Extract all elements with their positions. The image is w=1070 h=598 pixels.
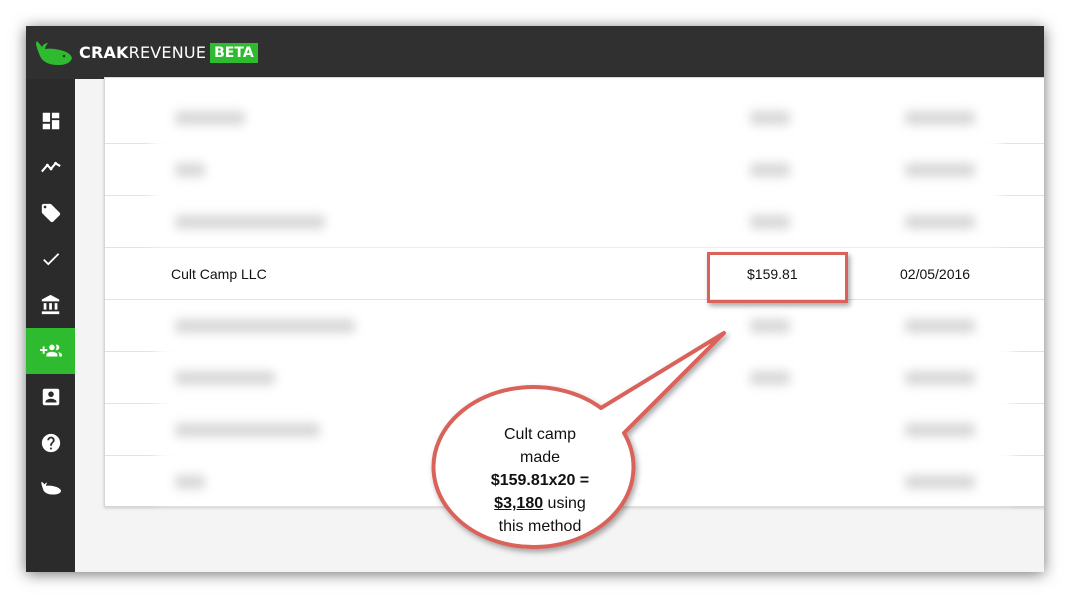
date-cell: 02/05/2016 bbox=[900, 266, 971, 282]
sidebar-item-approvals[interactable] bbox=[26, 236, 75, 282]
callout-line: Cult camp bbox=[503, 426, 577, 443]
redacted-text bbox=[750, 371, 790, 385]
table-row-highlighted[interactable]: Cult Camp LLC $159.81 02/05/2016 bbox=[105, 248, 1044, 300]
brand-name-rest: REVENUE bbox=[128, 43, 207, 62]
redacted-text bbox=[750, 215, 790, 229]
tag-icon bbox=[41, 203, 60, 223]
redacted-text bbox=[905, 163, 975, 177]
redacted-text bbox=[905, 111, 975, 125]
top-bar: CRAKREVENUE BETA bbox=[26, 26, 1044, 79]
sidebar bbox=[26, 79, 75, 572]
affiliate-name-cell: Cult Camp LLC bbox=[171, 266, 267, 282]
sidebar-item-offers[interactable] bbox=[26, 190, 75, 236]
callout-text: Cult camp made $159.81x20 = $3,180 using… bbox=[452, 423, 628, 538]
redacted-text bbox=[750, 111, 790, 125]
redacted-text bbox=[175, 163, 205, 177]
sidebar-item-referrals[interactable] bbox=[26, 328, 75, 374]
brand-name: CRAKREVENUE bbox=[79, 43, 206, 62]
sidebar-item-payments[interactable] bbox=[26, 282, 75, 328]
bank-icon bbox=[41, 294, 59, 315]
redacted-text bbox=[750, 163, 790, 177]
sidebar-item-dashboard[interactable] bbox=[26, 98, 75, 144]
sidebar-item-help[interactable] bbox=[26, 420, 75, 466]
sidebar-item-about[interactable] bbox=[26, 466, 75, 512]
callout-line: this method bbox=[498, 518, 582, 535]
redacted-text bbox=[905, 371, 975, 385]
redacted-text bbox=[905, 423, 975, 437]
beta-badge: BETA bbox=[210, 42, 258, 63]
redacted-text bbox=[750, 319, 790, 333]
callout-line: made bbox=[519, 449, 561, 466]
amount-highlight-box bbox=[707, 252, 848, 303]
sidebar-item-account[interactable] bbox=[26, 374, 75, 420]
redacted-text bbox=[175, 371, 275, 385]
contact-card-icon bbox=[42, 388, 59, 406]
check-icon bbox=[42, 253, 59, 266]
redacted-text bbox=[905, 475, 975, 489]
whale-logo-icon bbox=[36, 40, 72, 65]
crakrevenue-logo[interactable]: CRAKREVENUE BETA bbox=[34, 38, 258, 68]
whale-icon bbox=[40, 481, 61, 495]
redacted-text bbox=[905, 215, 975, 229]
callout-total: $3,180 bbox=[494, 495, 544, 512]
brand-name-bold: CRAK bbox=[79, 43, 129, 62]
trending-line-icon bbox=[40, 161, 61, 173]
callout-formula: $159.81x20 = bbox=[490, 472, 590, 489]
redacted-text bbox=[175, 423, 320, 437]
redacted-text bbox=[175, 111, 245, 125]
callout-line: $159.81x20 = bbox=[452, 469, 628, 492]
callout-line-rest: using bbox=[543, 495, 586, 512]
redacted-text bbox=[175, 215, 325, 229]
callout-line: $3,180 using bbox=[452, 492, 628, 515]
add-group-icon bbox=[39, 344, 62, 357]
dashboard-icon bbox=[42, 112, 59, 130]
redacted-text bbox=[905, 319, 975, 333]
help-icon bbox=[41, 433, 60, 453]
redacted-text bbox=[175, 319, 355, 333]
redacted-text bbox=[175, 475, 205, 489]
sidebar-item-stats[interactable] bbox=[26, 144, 75, 190]
